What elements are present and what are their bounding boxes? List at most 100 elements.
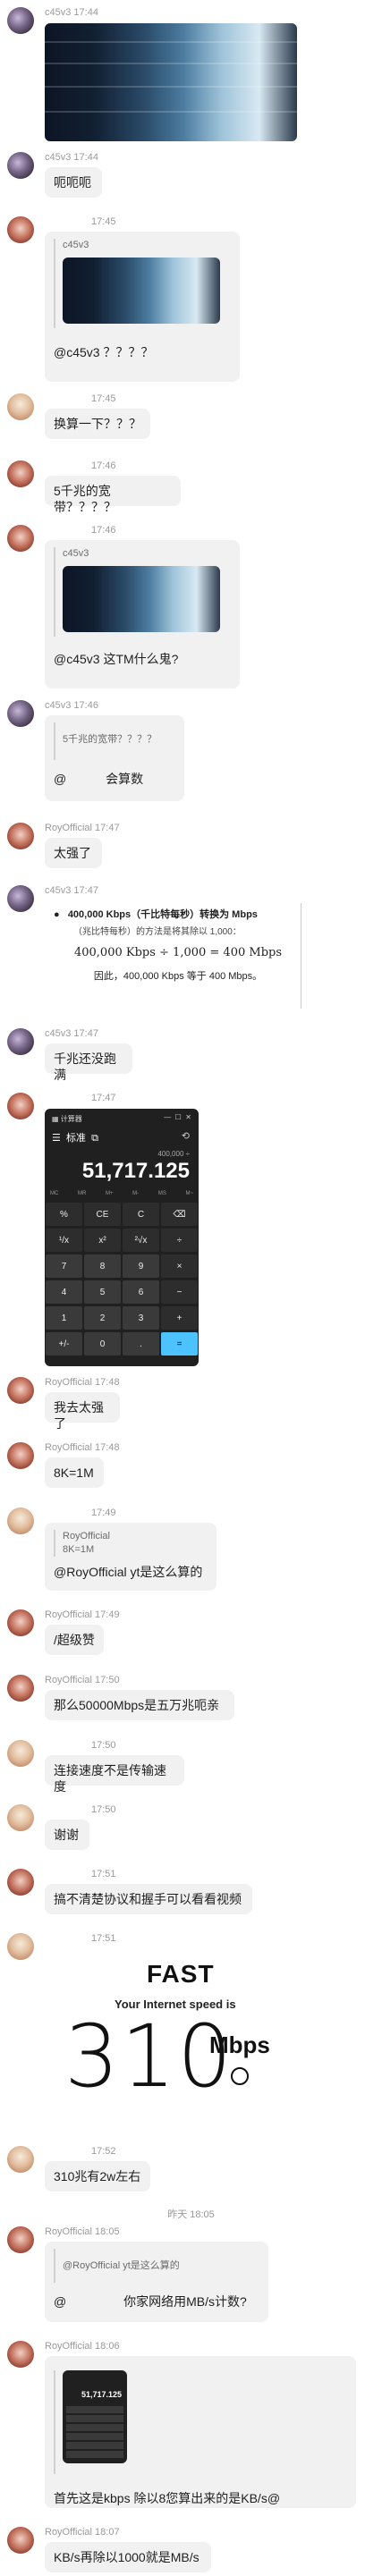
message-time: 17:50: [91, 1804, 116, 1815]
quoted-video-thumbnail[interactable]: [63, 566, 220, 632]
sender-meta: c45v3 17:44: [45, 152, 98, 163]
calculator-screenshot[interactable]: ▦ 计算器 — ☐ ✕ ☰ 标准 ⧉ ⟲ 400,000 ÷ 51,717.12…: [45, 1109, 199, 1366]
message-bubble[interactable]: 那么50000Mbps是五万兆呃亲: [45, 1690, 234, 1720]
avatar[interactable]: [7, 1740, 34, 1767]
math-image[interactable]: ● 400,000 Kbps（千比特每秒）转换为 Mbps （兆比特每秒）的方法…: [54, 907, 302, 1014]
avatar[interactable]: [7, 1028, 34, 1055]
quoted-video-thumbnail[interactable]: [63, 258, 220, 324]
calc-key[interactable]: 9: [123, 1254, 159, 1278]
calc-key[interactable]: 0: [84, 1332, 121, 1356]
quoted-calculator-thumbnail[interactable]: 51,717.125: [63, 2370, 127, 2463]
avatar[interactable]: [7, 823, 34, 849]
avatar[interactable]: [7, 2527, 34, 2554]
keep-on-top-icon[interactable]: ⧉: [86, 1133, 98, 1144]
calc-key[interactable]: 4: [46, 1280, 82, 1304]
calc-key-equals[interactable]: =: [161, 1332, 198, 1356]
quoted-message: c45v3: [54, 239, 231, 328]
avatar[interactable]: [7, 2226, 34, 2253]
avatar[interactable]: [7, 7, 34, 34]
avatar[interactable]: [7, 1869, 34, 1896]
avatar[interactable]: [7, 1933, 34, 1960]
calc-key[interactable]: ×: [161, 1254, 198, 1278]
message-bubble[interactable]: 呃呃呃: [45, 167, 102, 198]
avatar[interactable]: [7, 1609, 34, 1636]
mention[interactable]: @: [54, 772, 66, 786]
math-formula: 400,000 Kbps ÷ 1,000 = 400 Mbps: [73, 946, 283, 959]
calc-key[interactable]: 6: [123, 1280, 159, 1304]
message-bubble[interactable]: 5千兆的宽带？？？？: [45, 476, 181, 514]
message-bubble[interactable]: KB/s再除以1000就是MB/s: [45, 2542, 211, 2572]
message-bubble[interactable]: 连接速度不是传输速度: [45, 1755, 184, 1794]
avatar[interactable]: [7, 216, 34, 243]
calc-key[interactable]: 7: [46, 1254, 82, 1278]
message-bubble[interactable]: 310兆有2w左右: [45, 2161, 150, 2192]
refresh-icon[interactable]: [231, 2067, 249, 2085]
calc-key[interactable]: +/-: [46, 1332, 82, 1356]
avatar[interactable]: [7, 1804, 34, 1831]
avatar[interactable]: [7, 2341, 34, 2368]
calc-key[interactable]: 2: [84, 1306, 121, 1330]
speedtest-screenshot[interactable]: FAST Your Internet speed is 310 Mbps: [45, 1949, 304, 2124]
avatar[interactable]: [7, 460, 34, 487]
sender-meta: RoyOfficial 18:06: [45, 2341, 120, 2352]
reply-message-bubble[interactable]: RoyOfficial 8K=1M @RoyOfficial yt是这么算的: [45, 1523, 216, 1591]
sender-meta: c45v3 17:47: [45, 1028, 98, 1039]
sender-meta: c45v3 17:46: [45, 700, 98, 711]
calc-key[interactable]: 3: [123, 1306, 159, 1330]
video-thumbnail[interactable]: [45, 23, 297, 141]
calc-key[interactable]: %: [46, 1203, 82, 1226]
reply-message-bubble[interactable]: c45v3 @c45v3 这TM什么鬼?: [45, 540, 240, 688]
message-bubble[interactable]: 换算一下？？？: [45, 409, 150, 439]
menu-icon[interactable]: ☰: [52, 1133, 66, 1144]
calc-key[interactable]: ⌫: [161, 1203, 198, 1226]
avatar[interactable]: [7, 1377, 34, 1404]
avatar[interactable]: [7, 1508, 34, 1534]
memory-row: MC MR M+ M- MS M~: [50, 1191, 193, 1196]
quoted-message: 51,717.125: [54, 2370, 347, 2474]
keypad-row: 1 2 3 +: [45, 1305, 199, 1330]
message-bubble[interactable]: 我去太强了: [45, 1392, 120, 1431]
avatar[interactable]: [7, 1442, 34, 1469]
calc-key[interactable]: ²√x: [123, 1229, 159, 1252]
calc-display: 51,717.125: [81, 2390, 122, 2399]
message-bubble[interactable]: 8K=1M: [45, 1457, 104, 1488]
mention[interactable]: @: [54, 2294, 66, 2309]
message-bubble[interactable]: /超级赞: [45, 1625, 104, 1655]
reply-message-bubble[interactable]: @RoyOfficial yt是这么算的 @ 你家网络用MB/s计数?: [45, 2242, 268, 2322]
avatar[interactable]: [7, 393, 34, 420]
message-bubble[interactable]: 千兆还没跑满: [45, 1043, 132, 1082]
calc-key[interactable]: x²: [84, 1229, 121, 1252]
history-icon[interactable]: ⟲: [182, 1130, 190, 1142]
sender-meta: RoyOfficial 17:48: [45, 1442, 120, 1453]
sender-meta: RoyOfficial 17:49: [45, 1609, 120, 1620]
avatar[interactable]: [7, 525, 34, 552]
calc-key[interactable]: CE: [84, 1203, 121, 1226]
calc-key[interactable]: 8: [84, 1254, 121, 1278]
calc-key[interactable]: ÷: [161, 1229, 198, 1252]
avatar[interactable]: [7, 2146, 34, 2173]
message-bubble[interactable]: 搞不清楚协议和握手可以看看视频: [45, 1884, 252, 1914]
calc-key[interactable]: 5: [84, 1280, 121, 1304]
calc-key[interactable]: 1: [46, 1306, 82, 1330]
calc-key[interactable]: ¹/x: [46, 1229, 82, 1252]
message-time: 17:51: [91, 1869, 116, 1879]
message-time: 17:45: [91, 216, 116, 227]
calc-key[interactable]: .: [123, 1332, 159, 1356]
calc-mode-bar: ☰ 标准 ⧉: [52, 1133, 98, 1144]
avatar[interactable]: [7, 1093, 34, 1119]
avatar[interactable]: [7, 885, 34, 912]
reply-message-bubble[interactable]: 5千兆的宽带？？？？ @ 会算数: [45, 715, 184, 801]
calc-key[interactable]: C: [123, 1203, 159, 1226]
avatar[interactable]: [7, 1675, 34, 1702]
avatar[interactable]: [7, 700, 34, 727]
message-bubble[interactable]: 太强了: [45, 838, 102, 868]
reply-message-bubble[interactable]: 51,717.125 首先这是kbps 除以8您算出来的是KB/s@: [45, 2356, 356, 2508]
calc-key[interactable]: +: [161, 1306, 198, 1330]
message-time: 17:47: [91, 1093, 116, 1103]
message-bubble[interactable]: 谢谢: [45, 1820, 89, 1850]
avatar[interactable]: [7, 152, 34, 179]
message-time: 17:52: [91, 2146, 116, 2157]
math-line-2: （兆比特每秒）的方法是将其除以 1,000：: [73, 927, 242, 937]
calc-key[interactable]: −: [161, 1280, 198, 1304]
reply-message-bubble[interactable]: c45v3 @c45v3 ？？？？: [45, 232, 240, 382]
